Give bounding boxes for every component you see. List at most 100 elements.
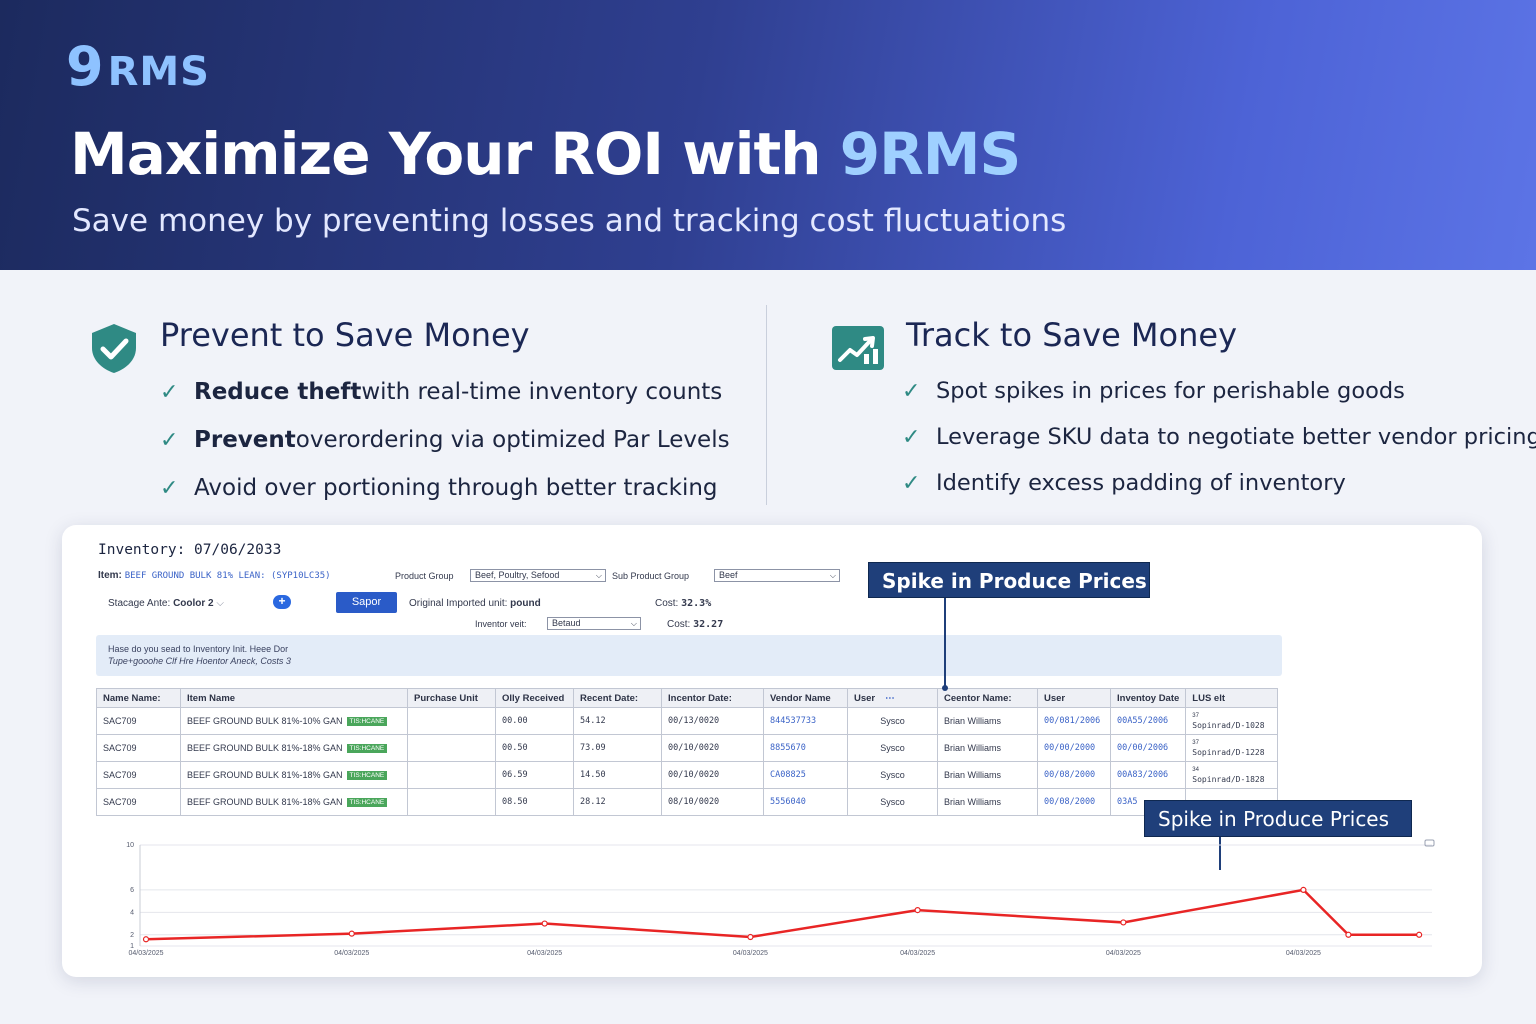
table-cell: Brian Williams (937, 707, 1038, 735)
table-cell[interactable]: 8855670 (763, 734, 848, 762)
feature-item-bold: Prevent (194, 427, 296, 453)
table-cell: Sysco (847, 788, 938, 816)
table-cell-text: SAC709 (103, 770, 137, 780)
table-cell[interactable]: 5556040 (763, 788, 848, 816)
data-point[interactable] (747, 933, 754, 941)
table-cell: 73.09 (573, 734, 662, 762)
y-tick-label: 6 (130, 887, 134, 894)
table-cell-text: SAC709 (103, 716, 137, 726)
chevron-down-icon: ⌵ (829, 571, 836, 580)
table-row[interactable]: SAC709 BEEF GROUND BULK 81%-18% GAN TIS:HC… (96, 788, 1279, 816)
table-cell[interactable]: 00A55/2006 (1109, 707, 1187, 735)
table-cell[interactable]: 00/081/2006 (1037, 707, 1111, 735)
table-cell[interactable]: 844537733 (763, 707, 848, 735)
sapor-button[interactable]: Sapor (336, 592, 397, 613)
y-tick-label: 4 (130, 909, 134, 916)
table-row[interactable]: SAC709 BEEF GROUND BULK 81%-18% GAN TIS:HC… (96, 734, 1279, 762)
data-point[interactable] (1416, 931, 1423, 938)
table-cell-text: Brian Williams (944, 743, 1002, 753)
table-cell-text: Sysco (880, 797, 905, 807)
data-point[interactable] (541, 920, 548, 927)
last-cell-bottom: Sopinrad/D-1228 (1192, 748, 1265, 757)
check-icon: ✓ (902, 470, 921, 496)
cost-2-value: 32.27 (693, 619, 724, 630)
inventory-unit-select[interactable]: Betaud ⌵ (547, 617, 641, 630)
table-cell-text: 14.50 (580, 770, 606, 780)
column-header[interactable]: Inventoy Date (1109, 688, 1187, 708)
last-cell-top: 34 (1192, 767, 1199, 773)
more-options-icon[interactable]: ⋯ (885, 693, 895, 704)
data-point[interactable] (348, 930, 355, 937)
column-header[interactable]: Olly Received (495, 688, 574, 708)
add-button[interactable]: + (273, 595, 291, 609)
cost-1-label: Cost: (655, 598, 679, 609)
check-icon: ✓ (160, 379, 179, 405)
table-cell[interactable]: 00A83/2006 (1109, 761, 1187, 789)
data-point[interactable] (1300, 886, 1307, 893)
column-header[interactable]: Recent Date: (573, 688, 662, 708)
table-cell: BEEF GROUND BULK 81%-18% GAN TIS:HCANE (180, 734, 408, 762)
column-header[interactable]: Vendor Name (763, 688, 848, 708)
product-group-select[interactable]: Beef, Poultry, Sefood ⌵ (470, 569, 606, 582)
table-cell[interactable]: 00/08/2000 (1037, 761, 1111, 789)
column-header[interactable]: Incentor Date: (661, 688, 764, 708)
table-cell: Brian Williams (937, 788, 1038, 816)
brand-logo[interactable]: 9 RMS (66, 40, 210, 96)
table-cell-text: 00A55/2006 (1117, 716, 1169, 726)
table-cell: SAC709 (96, 761, 181, 789)
column-header[interactable]: LUS elt (1185, 688, 1279, 708)
table-cell-text: BEEF GROUND BULK 81%-10% GAN (187, 715, 343, 726)
table-cell-text: 8855670 (770, 743, 806, 753)
table-cell-text: 73.09 (580, 743, 606, 753)
feature-item: ✓ Prevent overordering via optimized Par … (160, 416, 730, 464)
cost-1: Cost: 32.3% (655, 598, 711, 609)
table-row[interactable]: SAC709 BEEF GROUND BULK 81%-18% GAN TIS:HC… (96, 761, 1279, 789)
storage-area[interactable]: Stacage Ante: Coolor 2 ⌵ (108, 598, 224, 609)
item-value[interactable]: BEEF GROUND BULK 81% LEAN: (SYP10LC35) (125, 571, 331, 581)
column-header[interactable]: Name Name: (96, 688, 181, 708)
data-point[interactable] (1120, 919, 1127, 926)
callout-pointer-top (944, 598, 946, 688)
table-cell: 06.59 (495, 761, 574, 789)
table-cell-text: CA08825 (770, 770, 806, 780)
table-cell[interactable]: 00/08/2000 (1037, 788, 1111, 816)
column-header[interactable]: User ⋯ (847, 688, 938, 708)
hero-subtitle: Save money by preventing losses and trac… (72, 203, 1067, 239)
feature-title-track: Track to Save Money (906, 316, 1238, 354)
sub-product-group-select[interactable]: Beef ⌵ (714, 569, 840, 582)
column-header[interactable]: Purchase Unit (407, 688, 496, 708)
table-cell-text: Sysco (880, 716, 905, 726)
table-cell[interactable]: CA08825 (763, 761, 848, 789)
sub-product-group-value: Beef (719, 570, 738, 580)
table-cell-text: 844537733 (770, 716, 817, 726)
y-tick-label: 2 (130, 932, 134, 939)
data-point[interactable] (914, 906, 921, 914)
x-tick-label: 04/03/2025 (128, 950, 163, 957)
spike-callout-top: Spike in Produce Prices (868, 562, 1150, 598)
sub-product-group-label: Sub Product Group (612, 571, 690, 581)
table-cell: Sysco (847, 761, 938, 789)
feature-item-text: Identify excess padding of inventory (936, 470, 1346, 496)
x-tick-label: 04/03/2025 (527, 950, 562, 957)
feature-list-track: ✓ Spot spikes in prices for perishable go… (902, 368, 1536, 506)
table-row[interactable]: SAC709 BEEF GROUND BULK 81%-10% GAN TIS:HC… (96, 707, 1279, 735)
feature-item-text: with real-time inventory counts (361, 379, 723, 405)
feature-item-bold: Reduce theft (194, 379, 362, 405)
column-header[interactable]: User (1037, 688, 1111, 708)
data-point[interactable] (1345, 931, 1352, 938)
column-header[interactable]: Ceentor Name: (937, 688, 1038, 708)
table-cell: 54.12 (573, 707, 662, 735)
column-header[interactable]: Item Name (180, 688, 408, 708)
table-cell-text: 00/08/2000 (1044, 797, 1096, 807)
data-point[interactable] (142, 936, 150, 943)
table-cell: 37 Sopinrad/D-1028 (1185, 707, 1279, 735)
table-cell: 00.50 (495, 734, 574, 762)
feature-item: ✓ Reduce theft with real-time inventory c… (160, 368, 730, 416)
table-cell[interactable]: 00/00/2000 (1037, 734, 1111, 762)
x-tick-label: 04/03/2025 (1286, 950, 1321, 957)
table-cell (407, 707, 496, 735)
table-cell[interactable]: 00/00/2006 (1109, 734, 1187, 762)
table-cell: 00/10/0020 (661, 761, 764, 789)
table-cell-text: 08.50 (502, 797, 528, 807)
feature-item-text: overordering via optimized Par Levels (295, 427, 730, 453)
